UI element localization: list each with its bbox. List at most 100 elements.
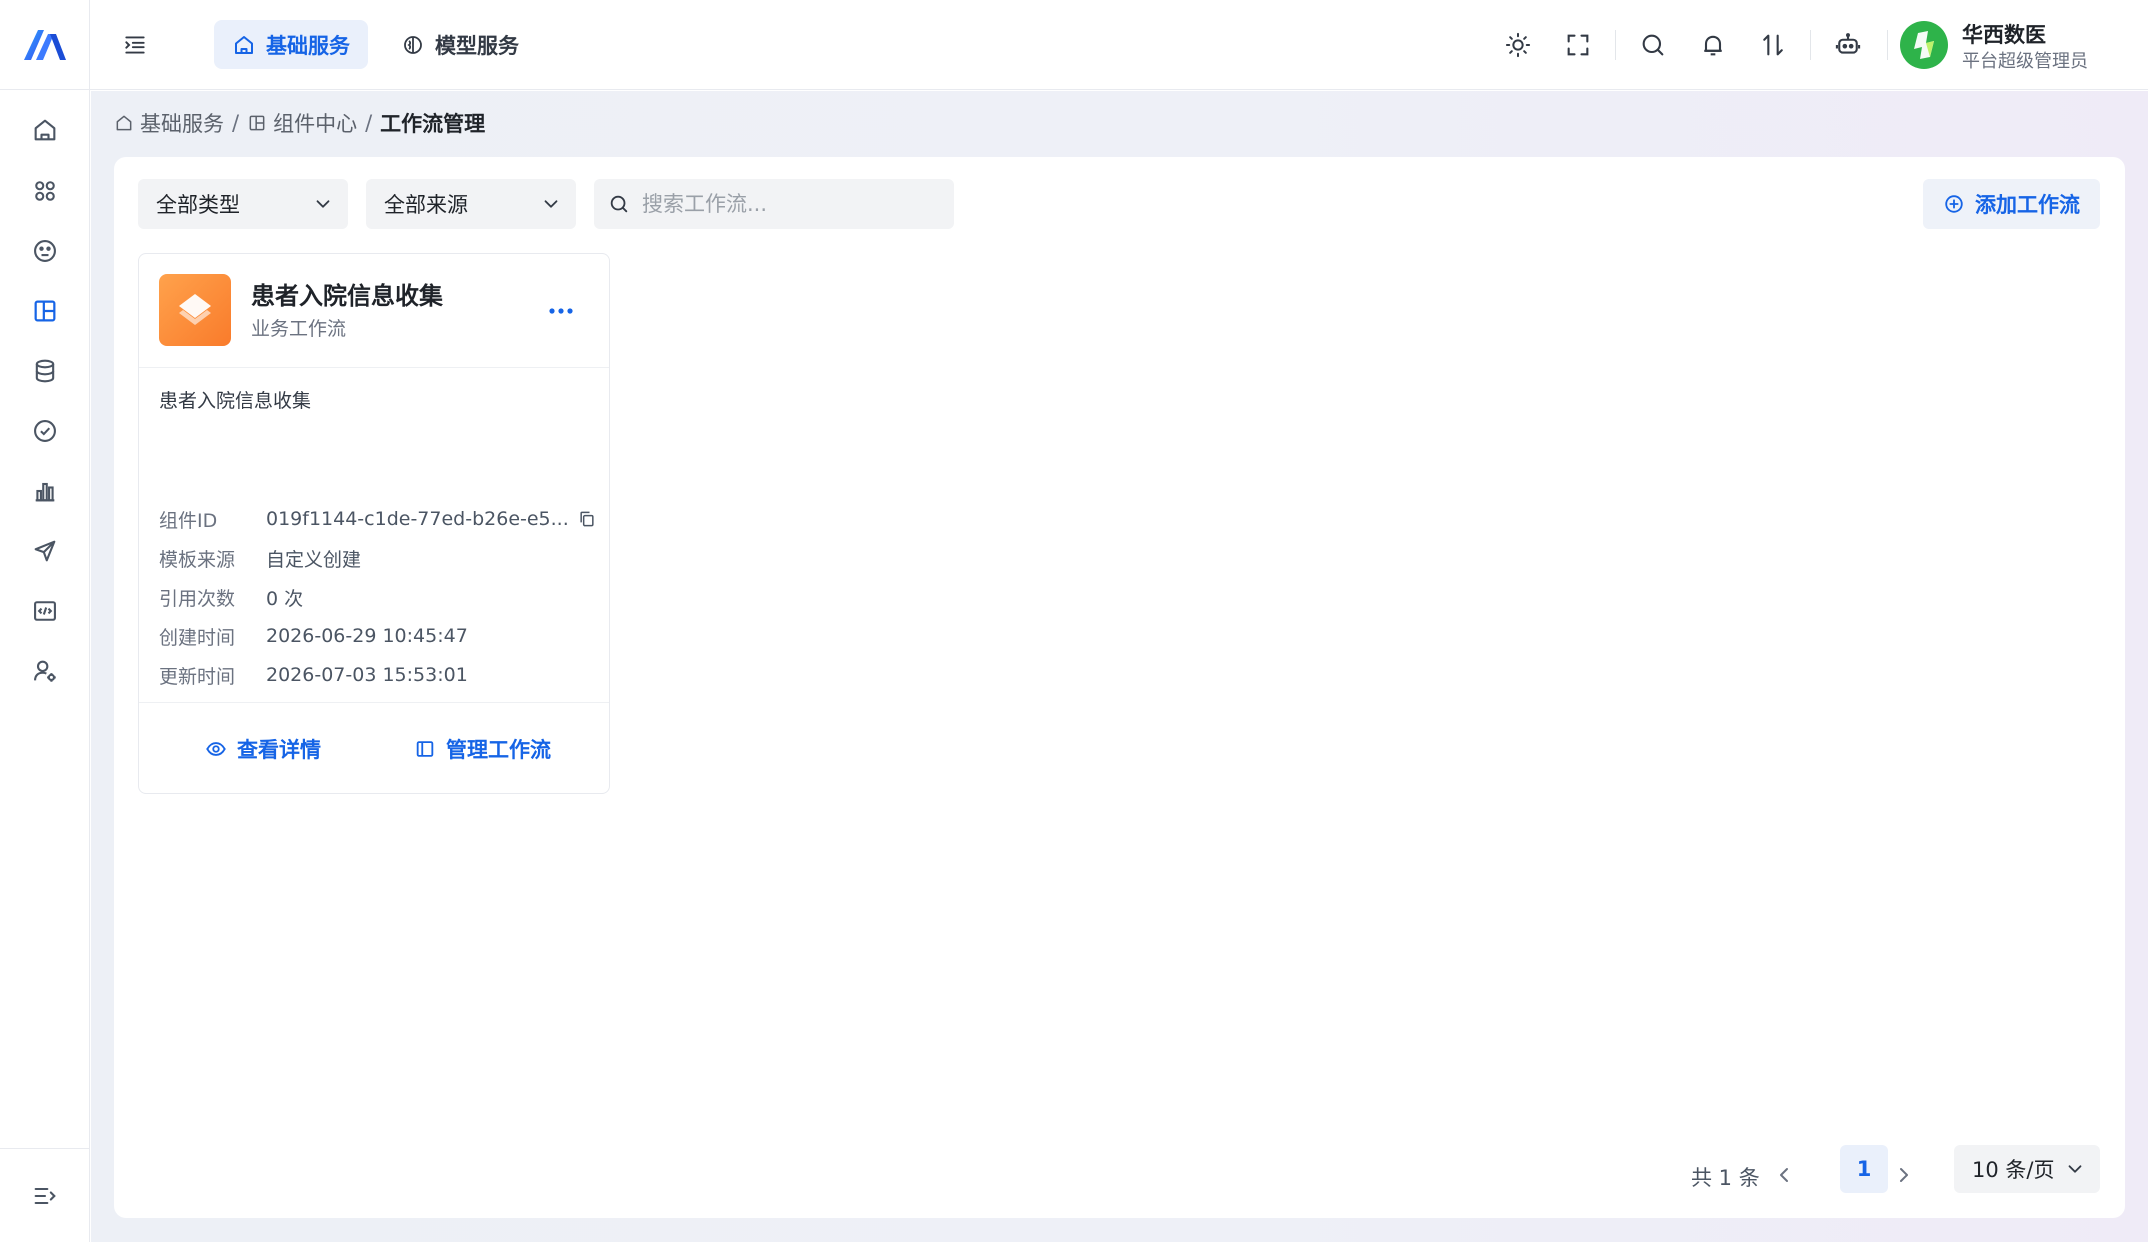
sidebar-item-home[interactable] <box>23 108 67 152</box>
card-subtitle: 业务工作流 <box>251 318 347 340</box>
workflow-icon <box>159 274 231 346</box>
logo-icon <box>24 29 66 60</box>
main-panel: 全部类型 全部来源 添加工作流 患者入院信息收集 <box>114 157 2125 1218</box>
card-more-button[interactable] <box>543 296 579 326</box>
search-input[interactable] <box>642 179 942 229</box>
swap-icon <box>1763 34 1783 56</box>
sidebar-item-publish[interactable] <box>23 529 67 573</box>
meta-value: 0 次 <box>266 587 304 610</box>
page-number-button[interactable]: 1 <box>1840 1145 1888 1193</box>
robot-icon <box>1835 33 1861 54</box>
meta-value: 2026-06-29 10:45:47 <box>266 625 468 647</box>
meta-row-component-id: 组件ID 019f1144-c1de-77ed-b26e-e5... <box>159 505 597 533</box>
sidebar-item-dev[interactable] <box>23 589 67 633</box>
layout-icon <box>249 115 265 131</box>
breadcrumb-separator: / <box>232 111 240 135</box>
global-search-button[interactable] <box>1635 27 1671 63</box>
database-icon <box>35 359 55 383</box>
meta-label: 模板来源 <box>159 548 236 571</box>
header-divider <box>1810 30 1811 60</box>
breadcrumb-current: 工作流管理 <box>380 112 486 136</box>
card-footer: 查看详情 管理工作流 <box>139 702 609 794</box>
notifications-button[interactable] <box>1695 27 1731 63</box>
type-select[interactable]: 全部类型 <box>138 179 348 229</box>
header-divider <box>1615 30 1616 60</box>
gauge-icon <box>34 240 56 262</box>
type-select-value: 全部类型 <box>156 193 240 217</box>
add-workflow-label: 添加工作流 <box>1975 193 2080 217</box>
bar-chart-icon <box>35 482 55 502</box>
breadcrumb: 基础服务 / 组件中心 / 工作流管理 <box>114 108 485 138</box>
sidebar-item-model[interactable] <box>23 229 67 273</box>
workflow-search <box>594 179 954 229</box>
user-menu[interactable]: 华西数医 平台超级管理员 <box>1900 19 2140 72</box>
bell-icon <box>1704 35 1722 56</box>
collapse-menu-icon <box>34 1187 56 1205</box>
send-icon <box>34 540 56 562</box>
card-description: 患者入院信息收集 <box>159 390 312 412</box>
chevron-down-icon <box>544 200 558 208</box>
page-size-select[interactable]: 10 条/页 <box>1954 1145 2100 1193</box>
meta-row-template-source: 模板来源 自定义创建 <box>159 544 361 572</box>
layout-icon <box>34 300 56 322</box>
view-details-label: 查看详情 <box>237 738 321 762</box>
meta-value: 019f1144-c1de-77ed-b26e-e5... <box>266 508 569 530</box>
app-logo[interactable] <box>0 0 90 90</box>
apps-grid-icon <box>35 181 55 201</box>
top-header: 基础服务 模型服务 华西数医 平台超级管理员 <box>90 0 2148 90</box>
sidebar-item-components[interactable] <box>23 289 67 333</box>
breadcrumb-label: 基础服务 <box>140 112 224 136</box>
sidebar-item-apps[interactable] <box>23 169 67 213</box>
sidebar-collapse-button[interactable] <box>23 1174 67 1218</box>
assistant-button[interactable] <box>1830 27 1866 63</box>
header-divider <box>1887 30 1888 60</box>
fullscreen-icon <box>1567 34 1589 56</box>
view-details-button[interactable]: 查看详情 <box>205 731 321 767</box>
next-page-button[interactable] <box>1886 1157 1922 1193</box>
copy-icon[interactable] <box>577 509 597 529</box>
card-header: 患者入院信息收集 业务工作流 <box>139 254 609 368</box>
pagination-total: 共 1 条 <box>1691 1166 1760 1190</box>
menu-toggle-button[interactable] <box>118 28 152 62</box>
code-icon <box>34 601 56 621</box>
breadcrumb-item-component-center[interactable]: 组件中心 <box>247 108 357 138</box>
home-icon <box>34 119 56 141</box>
chevron-down-icon <box>316 200 330 208</box>
sidebar-item-stats[interactable] <box>23 469 67 513</box>
search-icon <box>610 195 628 213</box>
brain-icon <box>404 35 422 54</box>
sidebar-item-review[interactable] <box>23 409 67 453</box>
check-circle-icon <box>34 420 56 442</box>
tab-label: 模型服务 <box>435 33 519 58</box>
avatar-logo-icon <box>1914 31 1934 59</box>
tab-label: 基础服务 <box>266 33 350 58</box>
more-horizontal-icon <box>549 308 573 314</box>
user-role: 平台超级管理员 <box>1962 51 2088 72</box>
breadcrumb-item-basic-services[interactable]: 基础服务 <box>114 108 224 138</box>
meta-value: 2026-07-03 15:53:01 <box>266 664 468 686</box>
fullscreen-button[interactable] <box>1560 27 1596 63</box>
sidebar-item-data[interactable] <box>23 349 67 393</box>
chevron-down-icon <box>2068 1165 2082 1173</box>
sidebar-item-users[interactable] <box>23 649 67 693</box>
home-icon <box>235 35 253 54</box>
switch-button[interactable] <box>1755 27 1791 63</box>
sun-icon <box>1505 32 1531 58</box>
breadcrumb-label: 组件中心 <box>273 112 358 136</box>
prev-page-button[interactable] <box>1766 1157 1802 1193</box>
manage-workflow-label: 管理工作流 <box>446 738 551 762</box>
breadcrumb-separator: / <box>365 111 373 135</box>
chevron-left-icon <box>1780 1168 1788 1182</box>
user-settings-icon <box>34 660 56 682</box>
search-icon <box>1642 34 1664 56</box>
meta-label: 更新时间 <box>159 665 236 688</box>
source-select[interactable]: 全部来源 <box>366 179 576 229</box>
tab-basic-services[interactable]: 基础服务 <box>214 20 368 69</box>
manage-workflow-button[interactable]: 管理工作流 <box>414 731 551 767</box>
meta-row-created-time: 创建时间 2026-06-29 10:45:47 <box>159 622 468 650</box>
theme-toggle-button[interactable] <box>1500 27 1536 63</box>
tab-model-services[interactable]: 模型服务 <box>383 20 537 69</box>
avatar <box>1900 21 1948 69</box>
add-workflow-button[interactable]: 添加工作流 <box>1923 179 2100 229</box>
meta-value: 自定义创建 <box>266 548 362 571</box>
